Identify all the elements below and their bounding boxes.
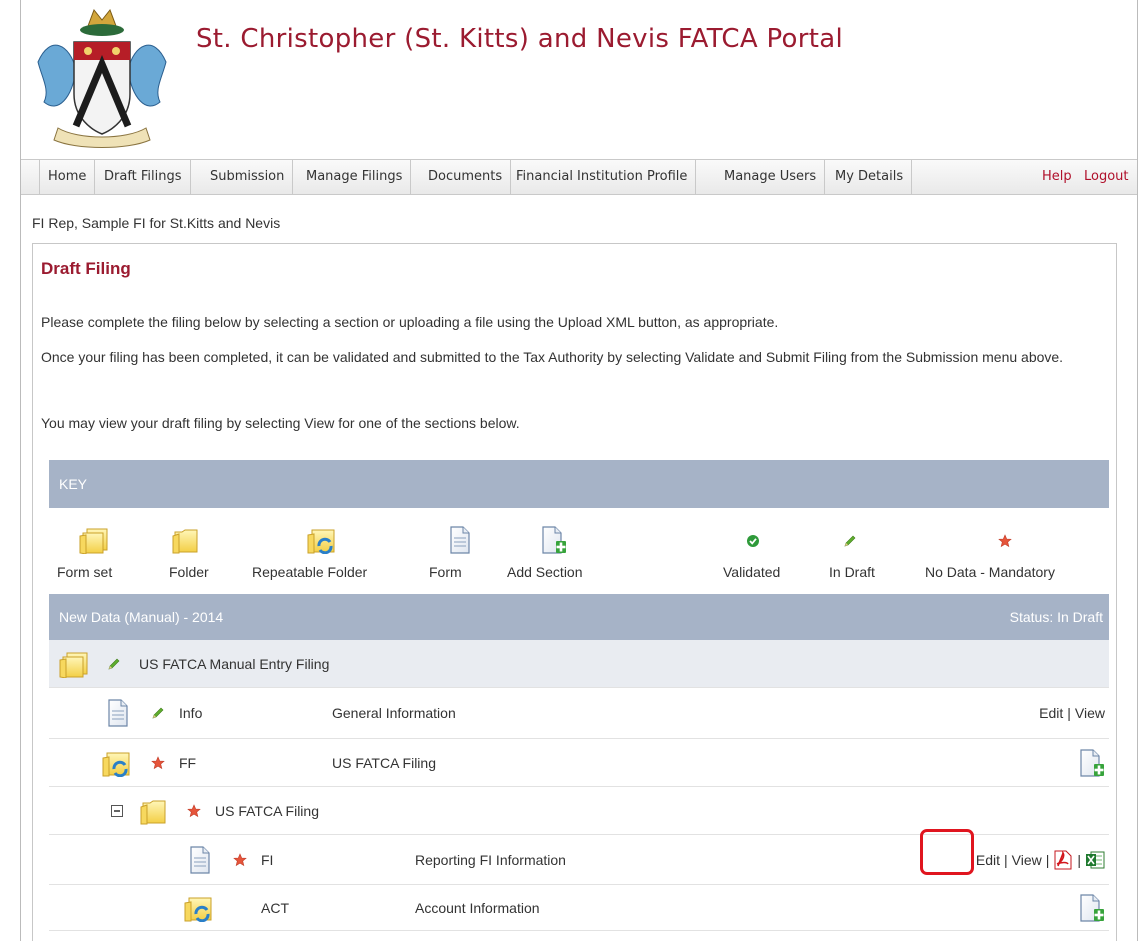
key-form: Form bbox=[429, 508, 489, 594]
tree-row-act: ACT Account Information bbox=[49, 885, 1109, 931]
form-icon bbox=[107, 688, 129, 738]
folder-icon bbox=[139, 787, 169, 834]
key-label: Form set bbox=[57, 564, 113, 580]
in-draft-icon bbox=[107, 640, 121, 687]
view-link[interactable]: View bbox=[1075, 705, 1105, 721]
separator: | bbox=[1077, 851, 1081, 868]
nav-draft-filings[interactable]: Draft Filings bbox=[96, 160, 191, 194]
view-link[interactable]: View bbox=[1012, 852, 1042, 868]
no-data-mandatory-icon bbox=[998, 534, 1012, 548]
collapse-icon[interactable] bbox=[111, 787, 123, 834]
key-label: Validated bbox=[723, 564, 781, 580]
form-icon bbox=[189, 835, 211, 884]
key-label: No Data - Mandatory bbox=[925, 564, 1055, 580]
main-nav: Home Draft Filings Submission Manage Fil… bbox=[21, 159, 1137, 195]
tree-row-ff: FF US FATCA Filing bbox=[49, 739, 1109, 787]
edit-link[interactable]: Edit bbox=[1039, 705, 1063, 721]
key-add-section: Add Section bbox=[495, 508, 605, 594]
section-code: ACT bbox=[261, 899, 289, 916]
nav-documents[interactable]: Documents bbox=[420, 160, 512, 194]
no-data-mandatory-icon bbox=[233, 835, 247, 884]
pdf-icon[interactable] bbox=[1053, 849, 1073, 870]
repeatable-folder-icon bbox=[306, 526, 336, 554]
nav-home[interactable]: Home bbox=[40, 160, 96, 194]
add-section-icon bbox=[541, 526, 567, 554]
separator: | bbox=[1045, 851, 1050, 868]
nav-submission[interactable]: Submission bbox=[202, 160, 294, 194]
tree-row-info: Info General Information Edit | View bbox=[49, 688, 1109, 739]
page-title: Draft Filing bbox=[41, 259, 131, 278]
add-section-icon[interactable] bbox=[1079, 739, 1105, 786]
instruction-validate: Once your filing has been completed, it … bbox=[41, 349, 1064, 365]
instruction-view: You may view your draft filing by select… bbox=[41, 415, 520, 431]
no-data-mandatory-icon bbox=[187, 787, 201, 834]
edit-highlight-annotation bbox=[920, 829, 974, 875]
nav-my-details[interactable]: My Details bbox=[827, 160, 913, 194]
filing-status: Status: In Draft bbox=[1009, 609, 1103, 625]
separator: | bbox=[1003, 851, 1008, 868]
section-name[interactable]: US FATCA Manual Entry Filing bbox=[139, 640, 329, 687]
folder-icon bbox=[171, 526, 201, 554]
key-folder: Folder bbox=[149, 508, 219, 594]
form-icon bbox=[449, 526, 471, 554]
filing-status-bar: New Data (Manual) - 2014 Status: In Draf… bbox=[49, 594, 1109, 640]
section-name: US FATCA Filing bbox=[332, 754, 436, 771]
key-repeatable-folder: Repeatable Folder bbox=[239, 508, 409, 594]
section-name: Reporting FI Information bbox=[415, 851, 566, 868]
site-title: St. Christopher (St. Kitts) and Nevis FA… bbox=[196, 24, 843, 54]
separator: | bbox=[1067, 705, 1071, 721]
section-name[interactable]: US FATCA Filing bbox=[215, 787, 319, 834]
key-legend: Form set Folder Repeatable Folder Form A… bbox=[49, 508, 1109, 594]
key-formset: Form set bbox=[49, 508, 143, 594]
key-header: KEY bbox=[49, 460, 1109, 508]
repeatable-folder-icon bbox=[183, 885, 213, 930]
nav-financial-institution-profile[interactable]: Financial Institution Profile bbox=[508, 160, 697, 194]
filing-title: New Data (Manual) - 2014 bbox=[59, 609, 224, 625]
excel-icon[interactable] bbox=[1085, 850, 1105, 870]
key-label: Form bbox=[429, 564, 462, 580]
row-actions: Edit | View bbox=[1039, 688, 1105, 738]
key-label: Add Section bbox=[507, 564, 583, 580]
in-draft-icon bbox=[843, 534, 857, 548]
section-name: Account Information bbox=[415, 899, 540, 916]
key-label: Repeatable Folder bbox=[252, 564, 368, 580]
section-code: FI bbox=[261, 851, 274, 868]
formset-icon bbox=[79, 526, 109, 554]
section-code: Info bbox=[179, 705, 203, 721]
key-label: Folder bbox=[169, 564, 209, 580]
tree-row-us-fatca-filing[interactable]: US FATCA Filing bbox=[49, 787, 1109, 835]
site-header: St. Christopher (St. Kitts) and Nevis FA… bbox=[20, 0, 1138, 158]
formset-icon bbox=[59, 640, 89, 687]
add-section-icon[interactable] bbox=[1079, 885, 1105, 930]
key-validated: Validated bbox=[709, 508, 799, 594]
key-no-data-mandatory: No Data - Mandatory bbox=[919, 508, 1099, 594]
nav-manage-users[interactable]: Manage Users bbox=[716, 160, 826, 194]
logout-link[interactable]: Logout bbox=[1084, 160, 1129, 194]
section-name: General Information bbox=[332, 705, 456, 721]
row-actions: Edit | View | | bbox=[976, 835, 1105, 884]
key-in-draft: In Draft bbox=[815, 508, 885, 594]
section-code: FF bbox=[179, 754, 197, 771]
help-link[interactable]: Help bbox=[1042, 160, 1072, 194]
user-context: FI Rep, Sample FI for St.Kitts and Nevis bbox=[32, 215, 281, 231]
tree-row-manual-entry[interactable]: US FATCA Manual Entry Filing bbox=[49, 640, 1109, 688]
validated-icon bbox=[746, 534, 760, 548]
instruction-upload: Please complete the filing below by sele… bbox=[41, 314, 779, 330]
repeatable-folder-icon bbox=[101, 739, 131, 786]
nav-manage-filings[interactable]: Manage Filings bbox=[298, 160, 412, 194]
in-draft-icon bbox=[151, 688, 165, 738]
key-label: In Draft bbox=[829, 564, 875, 580]
edit-link[interactable]: Edit bbox=[976, 852, 1000, 868]
no-data-mandatory-icon bbox=[151, 739, 165, 786]
crest-logo bbox=[32, 6, 172, 151]
